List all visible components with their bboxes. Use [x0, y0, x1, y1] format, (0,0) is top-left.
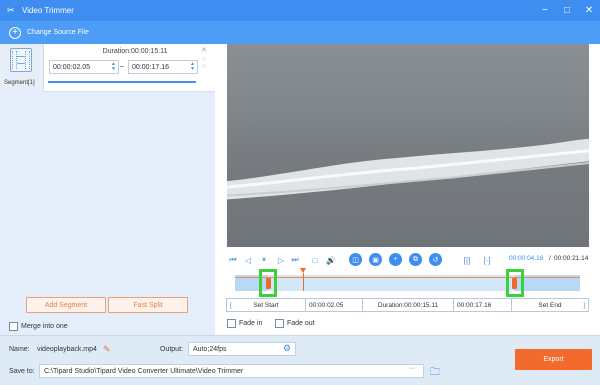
step-back-icon[interactable]: ◁ [242, 253, 254, 267]
step-forward-icon[interactable]: ▷ [275, 253, 287, 267]
volume-icon[interactable]: 🔊 [324, 253, 338, 267]
segment-panel: Segment[1] Duration:00:00:15.11 00:00:02… [0, 44, 215, 335]
video-preview[interactable] [227, 44, 589, 247]
scissors-icon: ✂ [7, 5, 15, 15]
trim-end-time-value: 00:00:17.16 [457, 301, 492, 309]
trim-timeline[interactable] [235, 268, 580, 297]
preview-panel: ⏮ ◁ ⏸ ▷ ⏭ □ 🔊 ◫ ▣ + ⧉ ↺ [|] [·] 00:00:04… [215, 44, 600, 335]
trim-duration-value: Duration:00:00:15.11 [377, 301, 439, 309]
fade-out-label: Fade out [287, 320, 315, 327]
output-panel: Name: videoplayback.mp4 ✎ Output: Auto;2… [0, 335, 600, 385]
set-start-label: Set Start [253, 301, 279, 309]
delete-segment-icon[interactable]: ✕ [201, 46, 207, 54]
browse-more-icon[interactable]: ··· [408, 365, 415, 372]
trim-duration: Duration:00:00:15.11 [363, 299, 454, 311]
segment-duration: Duration:00:00:15.11 [102, 48, 168, 55]
segment-range-bar [48, 81, 196, 83]
reset-icon[interactable]: ↺ [429, 253, 442, 266]
fade-in-label: Fade in [239, 320, 263, 327]
highlight-box-end-handle [506, 269, 525, 297]
skip-to-end-icon[interactable]: ⏭ [289, 253, 301, 267]
fade-in-checkbox[interactable] [227, 319, 236, 328]
timeline-axis [235, 277, 580, 278]
add-icon[interactable]: + [389, 253, 402, 266]
edit-pencil-icon[interactable]: ✎ [103, 344, 111, 355]
title-bar: ✂ Video Trimmer − □ ✕ [0, 0, 600, 21]
merge-checkbox[interactable] [9, 322, 18, 331]
spinner-arrows-icon[interactable]: ▲ ▼ [190, 62, 195, 72]
mark-in-icon[interactable]: [|] [461, 253, 473, 267]
playhead-marker[interactable] [299, 268, 306, 273]
output-format-value: Auto;24fps [193, 345, 227, 353]
trim-start-time-field[interactable]: 00:00:02.05 [306, 299, 363, 311]
source-toolbar: + Change Source File [0, 21, 600, 44]
maximize-button[interactable]: □ [556, 0, 578, 21]
output-format-field[interactable]: Auto;24fps ⚙ [188, 342, 296, 356]
file-name-value: videoplayback.mp4 [37, 346, 97, 353]
minimize-button[interactable]: − [534, 0, 556, 21]
merge-label: Merge into one [21, 323, 68, 330]
change-source-file-button[interactable]: Change Source File [27, 29, 89, 36]
trim-end-time-field[interactable]: 00:00:17.16 [454, 299, 512, 311]
segment-start-time-value: 00:00:02.05 [53, 63, 90, 71]
settings-gear-icon[interactable]: ⚙ [283, 343, 291, 354]
total-time: 00:00:21.14 [554, 255, 589, 262]
set-start-button[interactable]: [ Set Start [227, 299, 306, 311]
output-label: Output: [160, 346, 183, 353]
playhead-line [302, 273, 304, 291]
set-end-label: Set End [538, 301, 562, 309]
time-range-separator: – [120, 63, 124, 70]
fade-out-checkbox[interactable] [275, 319, 284, 328]
segment-start-time-field[interactable]: 00:00:02.05 ▲ ▼ [49, 60, 119, 74]
trim-start-time-value: 00:00:02.05 [309, 301, 344, 309]
time-separator: / [549, 255, 551, 262]
segment-end-time-value: 00:00:17.16 [132, 63, 169, 71]
segment-tab-label: Segment[1] [4, 80, 35, 86]
segment-tab[interactable]: Segment[1] [0, 44, 44, 92]
save-path-value: C:\Tipard Studio\Tipard Video Converter … [44, 367, 244, 375]
segment-end-time-field[interactable]: 00:00:17.16 ▲ ▼ [128, 60, 198, 74]
window-title: Video Trimmer [22, 6, 74, 15]
trim-settings-bar: [ Set Start 00:00:02.05 Duration:00:00:1… [226, 298, 589, 312]
copy-segment-icon[interactable]: ◫ [349, 253, 362, 266]
add-circle-icon[interactable]: + [9, 26, 21, 39]
fast-split-button[interactable]: Fast Split [108, 297, 188, 313]
reorder-arrows-icon[interactable]: ◇ ◇ [202, 56, 206, 70]
playback-controls: ⏮ ◁ ⏸ ▷ ⏭ □ 🔊 ◫ ▣ + ⧉ ↺ [|] [·] 00:00:04… [215, 253, 600, 267]
skip-to-start-icon[interactable]: ⏮ [227, 253, 239, 267]
export-button[interactable]: Export [515, 349, 592, 370]
save-to-label: Save to: [9, 368, 35, 375]
add-segment-button[interactable]: Add Segment [26, 297, 106, 313]
crop-icon[interactable]: ▣ [369, 253, 382, 266]
spinner-arrows-icon[interactable]: ▲ ▼ [111, 62, 116, 72]
stop-icon[interactable]: □ [309, 253, 321, 267]
close-button[interactable]: ✕ [578, 0, 600, 21]
save-path-field[interactable]: C:\Tipard Studio\Tipard Video Converter … [39, 364, 424, 378]
name-label: Name: [9, 346, 30, 353]
pause-icon[interactable]: ⏸ [257, 253, 271, 267]
film-icon [10, 48, 32, 72]
duplicate-icon[interactable]: ⧉ [409, 253, 422, 266]
highlight-box-start-handle [259, 269, 278, 297]
mark-out-icon[interactable]: [·] [481, 253, 493, 267]
folder-icon[interactable]: 🗀 [430, 365, 440, 382]
segment-row[interactable]: Segment[1] Duration:00:00:15.11 00:00:02… [0, 44, 215, 92]
ocean-wave-image [227, 138, 589, 200]
set-end-button[interactable]: Set End ] [512, 299, 588, 311]
current-time: 00:00:04.16 [509, 255, 544, 262]
